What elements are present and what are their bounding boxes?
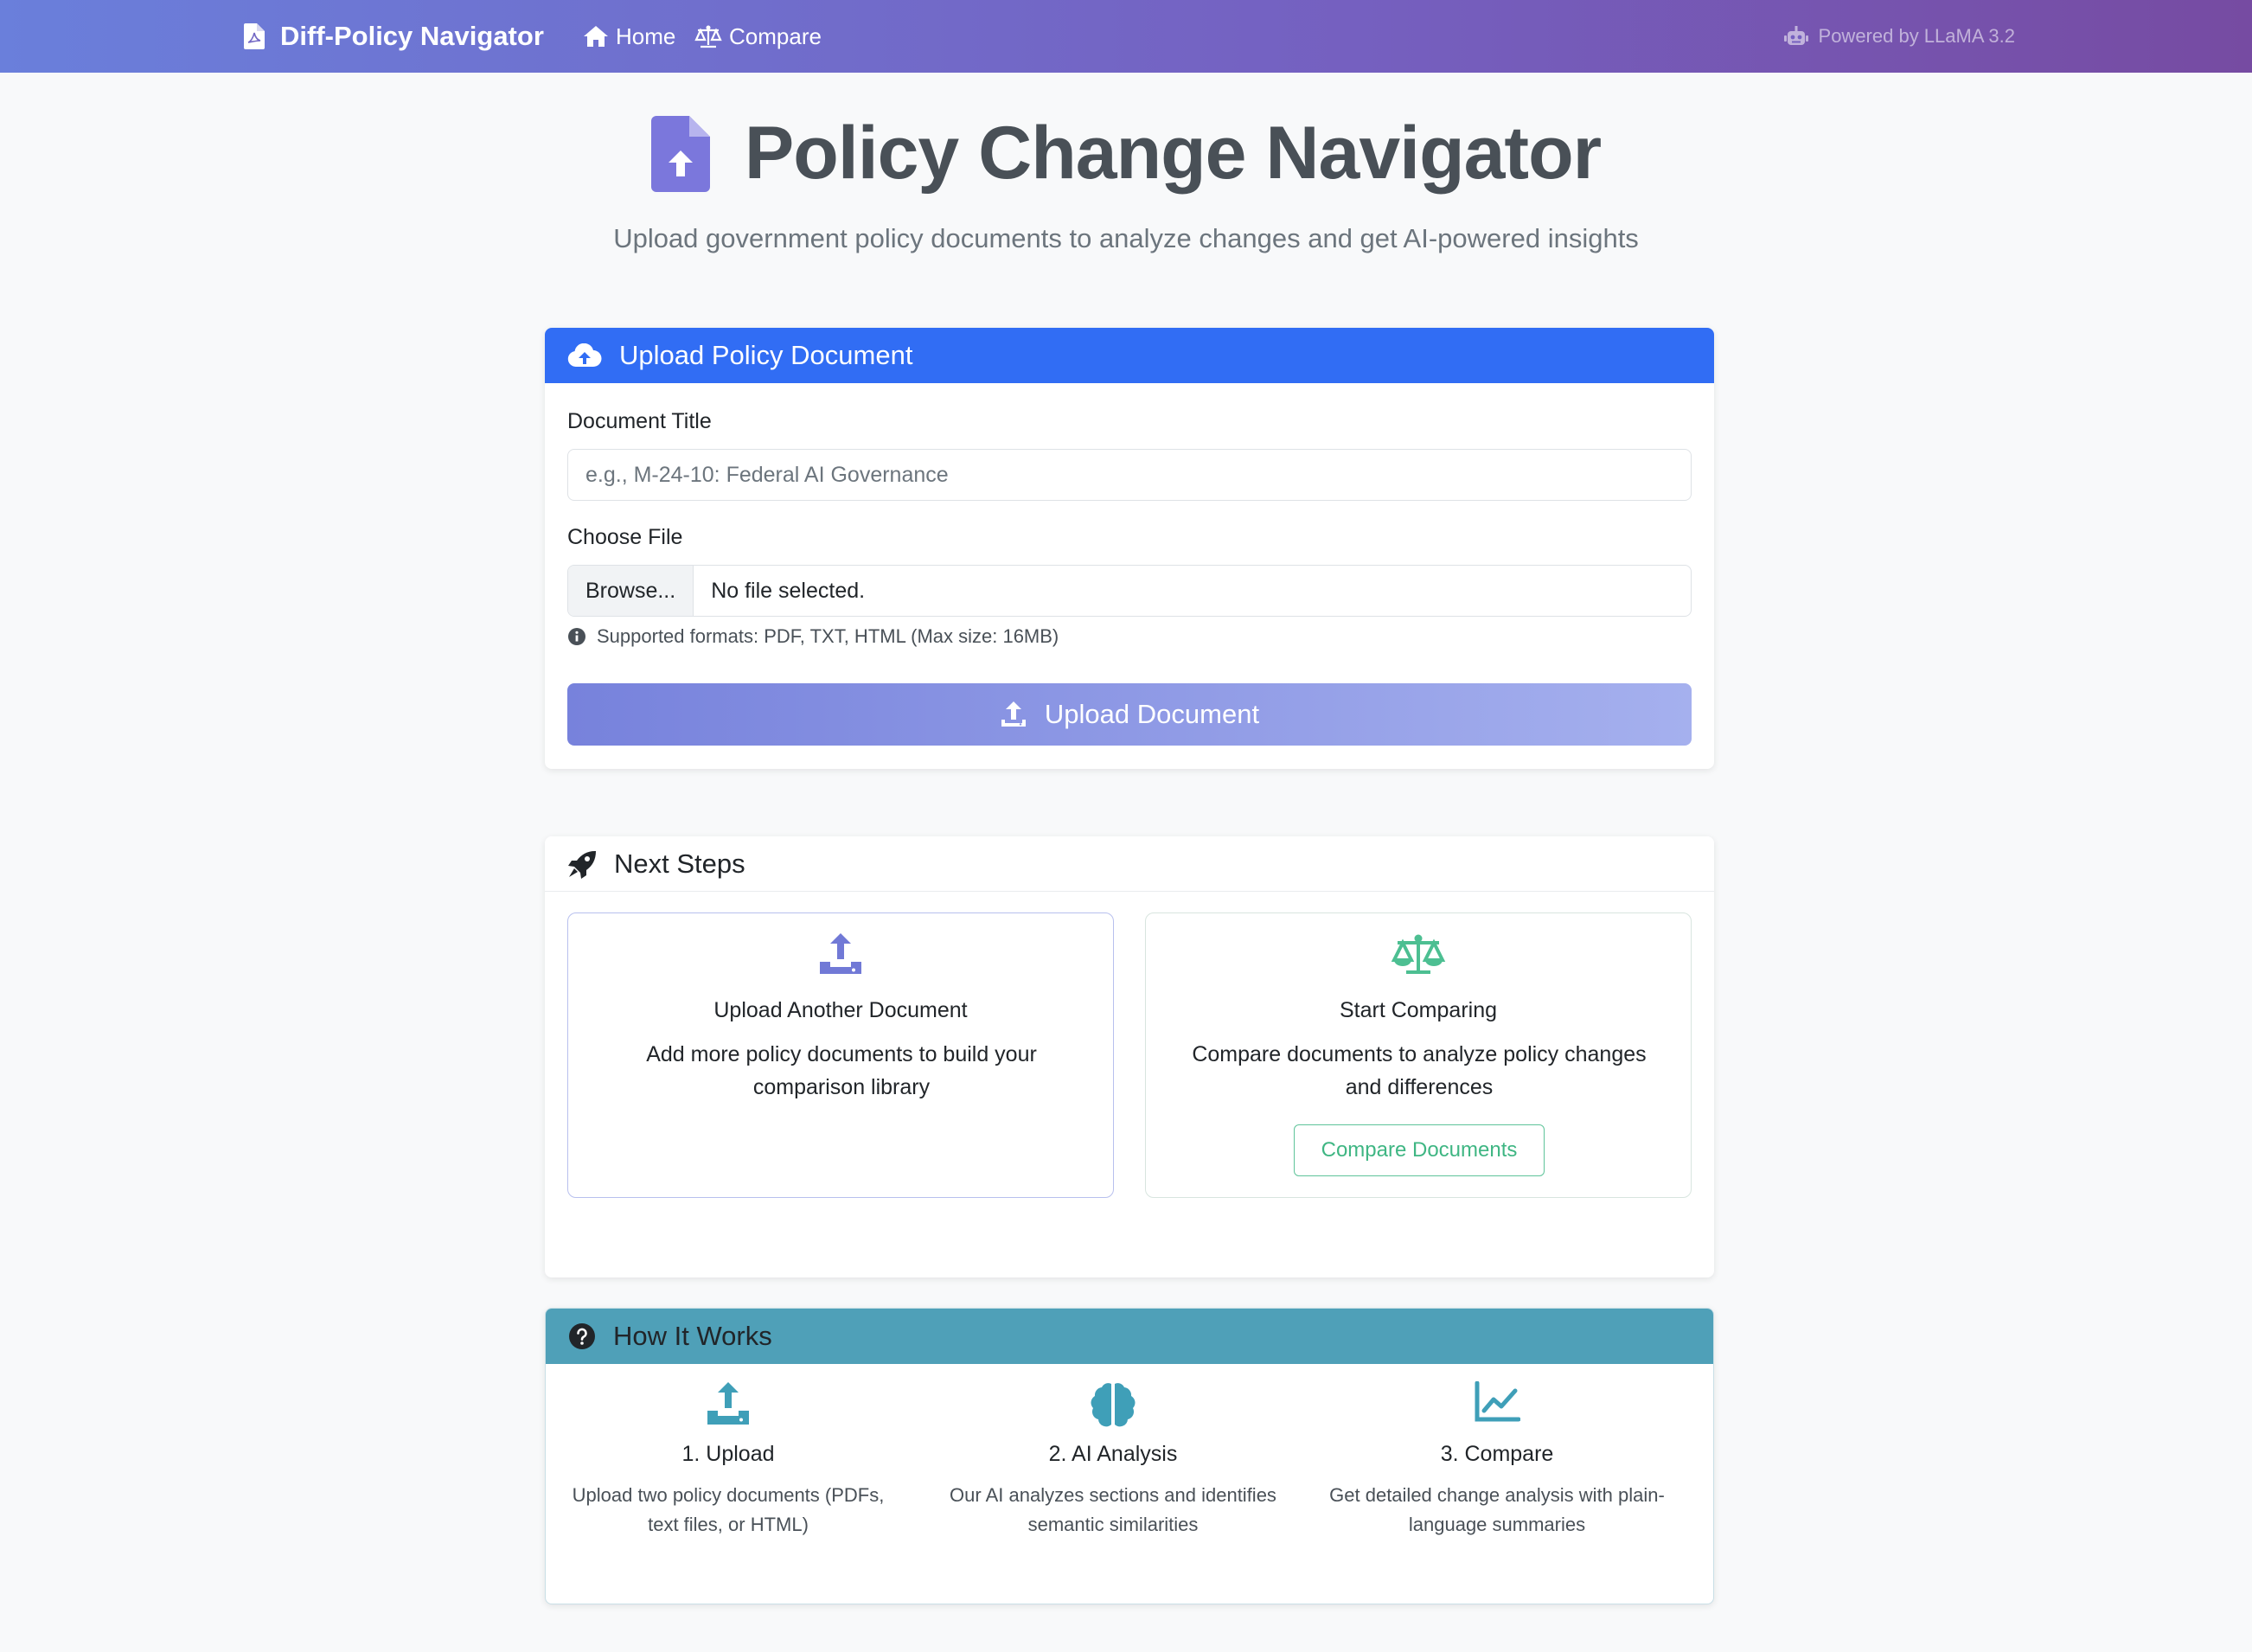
document-title-label: Document Title [567,409,712,433]
robot-icon [1783,26,1808,47]
document-title-placeholder: e.g., M-24-10: Federal AI Governance [585,462,949,487]
scale-icon [1391,932,1446,976]
cloud-upload-icon [567,343,602,368]
how-it-works-card: How It Works 1. Upload Upload two policy… [545,1308,1714,1604]
info-circle-icon [567,627,586,646]
nav-home-link[interactable]: Home [583,19,675,54]
start-comparing-desc: Compare documents to analyze policy chan… [1192,1042,1647,1099]
nav-home-label: Home [616,22,676,49]
upload-document-button[interactable]: Upload Document [567,683,1692,746]
upload-card: Upload Policy Document Document Title e.… [545,328,1714,769]
how-step-compare-icon-wrap [1324,1381,1670,1430]
file-upload-icon [650,115,710,192]
upload-icon [818,932,863,976]
next-steps-title: Next Steps [614,848,745,879]
how-step-upload: 1. Upload Upload two policy documents (P… [555,1381,901,1540]
scale-icon [694,24,722,48]
how-step-analysis: 2. AI Analysis Our AI analyzes sections … [940,1381,1286,1540]
upload-another-desc: Add more policy documents to build your … [646,1042,1037,1099]
next-steps-header: Next Steps [545,836,1714,892]
start-comparing-icon-wrap [1146,932,1691,976]
home-icon [583,25,609,48]
choose-file-label: Choose File [567,525,683,549]
brand-name: Diff-Policy Navigator [280,21,544,51]
brand-link[interactable]: Diff-Policy Navigator [244,17,544,55]
document-title-input[interactable]: e.g., M-24-10: Federal AI Governance [567,449,1692,501]
upload-another-title: Upload Another Document [713,998,968,1022]
hero-title-row: Policy Change Navigator [0,111,2252,196]
upload-icon [1000,701,1027,728]
powered-by-text: Powered by LLaMA 3.2 [1818,25,2015,47]
page-subtitle: Upload government policy documents to an… [613,223,1639,253]
nav-compare-label: Compare [729,22,822,49]
chart-line-icon [1474,1381,1520,1430]
navbar: Diff-Policy Navigator Home Compare Power… [0,0,2252,73]
next-steps-card: Next Steps Upload Another Document Add m… [545,836,1714,1277]
how-step-upload-title: 1. Upload [681,1442,775,1466]
upload-card-title: Upload Policy Document [619,340,913,370]
brain-icon [1091,1381,1136,1430]
powered-by: Powered by LLaMA 3.2 [1783,21,2015,52]
start-comparing-card: Start Comparing Compare documents to ana… [1145,912,1692,1198]
compare-documents-button[interactable]: Compare Documents [1294,1124,1545,1176]
file-pdf-icon [244,23,265,49]
browse-button[interactable]: Browse... [568,566,694,616]
page-title: Policy Change Navigator [744,112,1602,195]
upload-document-label: Upload Document [1044,699,1260,729]
file-status: No file selected. [711,578,866,603]
how-it-works-header: How It Works [546,1309,1713,1364]
question-circle-icon [568,1322,596,1350]
how-step-analysis-title: 2. AI Analysis [1048,1442,1178,1466]
how-step-upload-icon-wrap [555,1381,901,1430]
how-step-compare: 3. Compare Get detailed change analysis … [1324,1381,1670,1540]
file-input[interactable]: Browse... No file selected. [567,565,1692,617]
upload-another-icon-wrap [568,932,1113,976]
nav-compare-link[interactable]: Compare [694,19,822,54]
upload-icon [706,1381,751,1430]
supported-formats-hint: Supported formats: PDF, TXT, HTML (Max s… [567,625,1059,648]
rocket-icon [567,849,597,879]
supported-formats-text: Supported formats: PDF, TXT, HTML (Max s… [597,625,1059,647]
upload-card-header: Upload Policy Document [545,328,1714,383]
how-step-upload-desc: Upload two policy documents (PDFs, text … [572,1484,885,1535]
start-comparing-title: Start Comparing [1339,998,1498,1022]
upload-another-card[interactable]: Upload Another Document Add more policy … [567,912,1114,1198]
how-step-analysis-desc: Our AI analyzes sections and identifies … [950,1484,1276,1535]
how-step-analysis-icon-wrap [940,1381,1286,1430]
how-step-compare-title: 3. Compare [1440,1442,1554,1466]
how-step-compare-desc: Get detailed change analysis with plain-… [1329,1484,1665,1535]
how-it-works-title: How It Works [613,1321,772,1351]
